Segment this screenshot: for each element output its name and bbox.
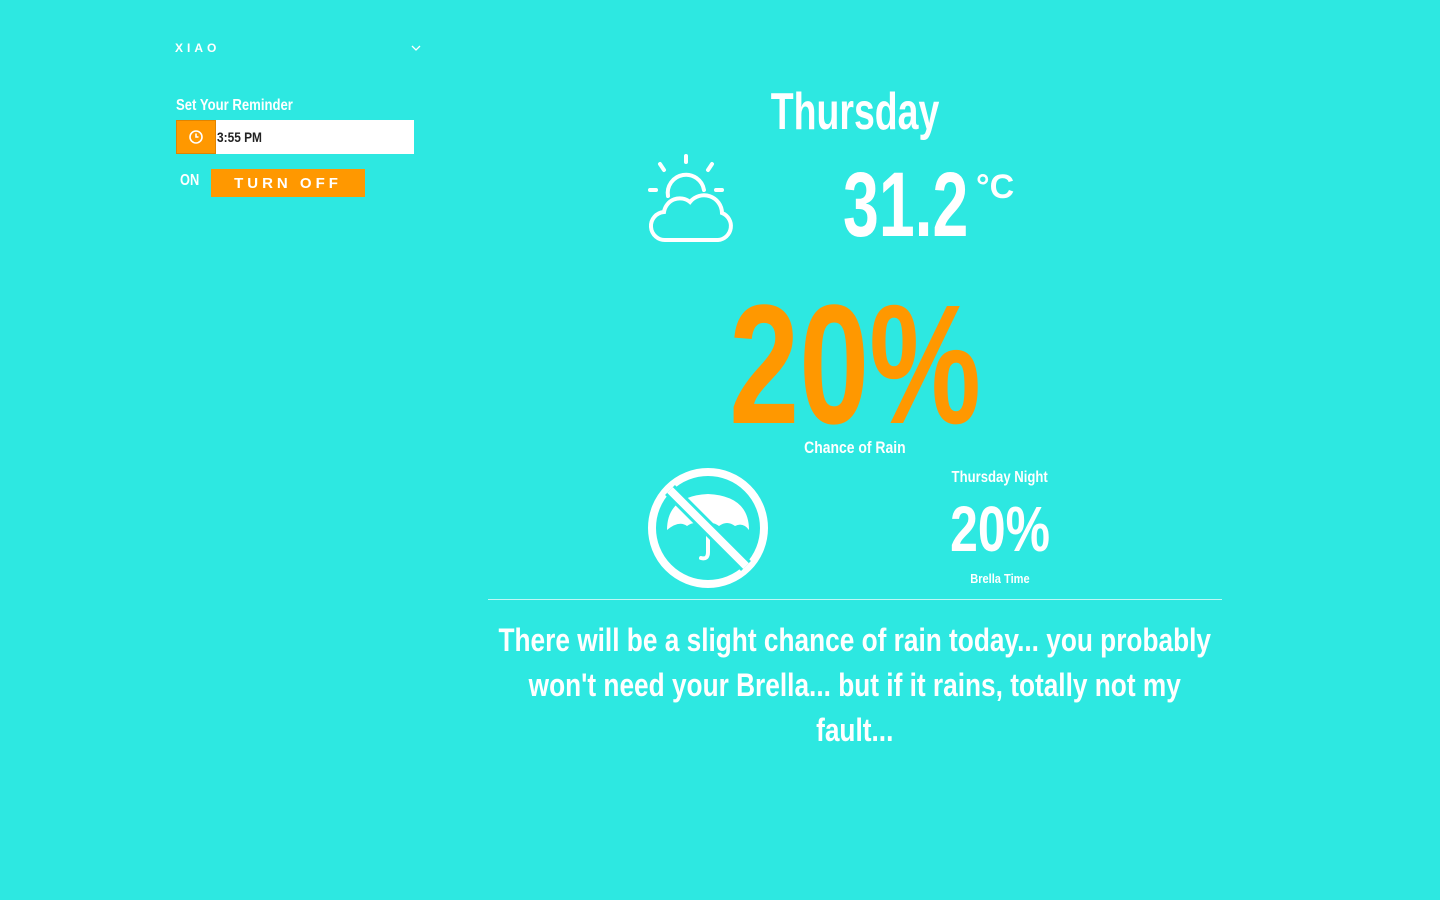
rain-chance-value: 20% — [729, 270, 981, 460]
night-rain-chance-value: 20% — [950, 493, 1050, 565]
partly-cloudy-icon — [646, 150, 742, 246]
reminder-time-field[interactable]: 3:55 PM — [176, 120, 414, 154]
clock-icon[interactable] — [176, 120, 216, 154]
no-umbrella-icon — [645, 468, 771, 588]
divider — [488, 599, 1222, 600]
night-forecast-label: Thursday Night — [951, 469, 1049, 486]
reminder-label: Set Your Reminder — [176, 97, 293, 114]
rain-chance-caption: Chance of Rain — [804, 438, 906, 457]
turn-off-button[interactable]: TURN OFF — [211, 169, 365, 197]
user-menu[interactable]: XIAO — [175, 38, 421, 58]
chevron-down-icon[interactable] — [411, 43, 421, 53]
temperature-value: 31.2 — [843, 154, 969, 256]
reminder-status: ON — [180, 172, 200, 189]
user-name: XIAO — [175, 41, 221, 55]
reminder-time-value[interactable]: 3:55 PM — [217, 129, 262, 145]
temperature-unit: °C — [976, 168, 1015, 206]
brella-time-label: Brella Time — [970, 571, 1030, 586]
day-title: Thursday — [770, 83, 940, 141]
forecast-message: There will be a slight chance of rain to… — [498, 622, 1212, 748]
